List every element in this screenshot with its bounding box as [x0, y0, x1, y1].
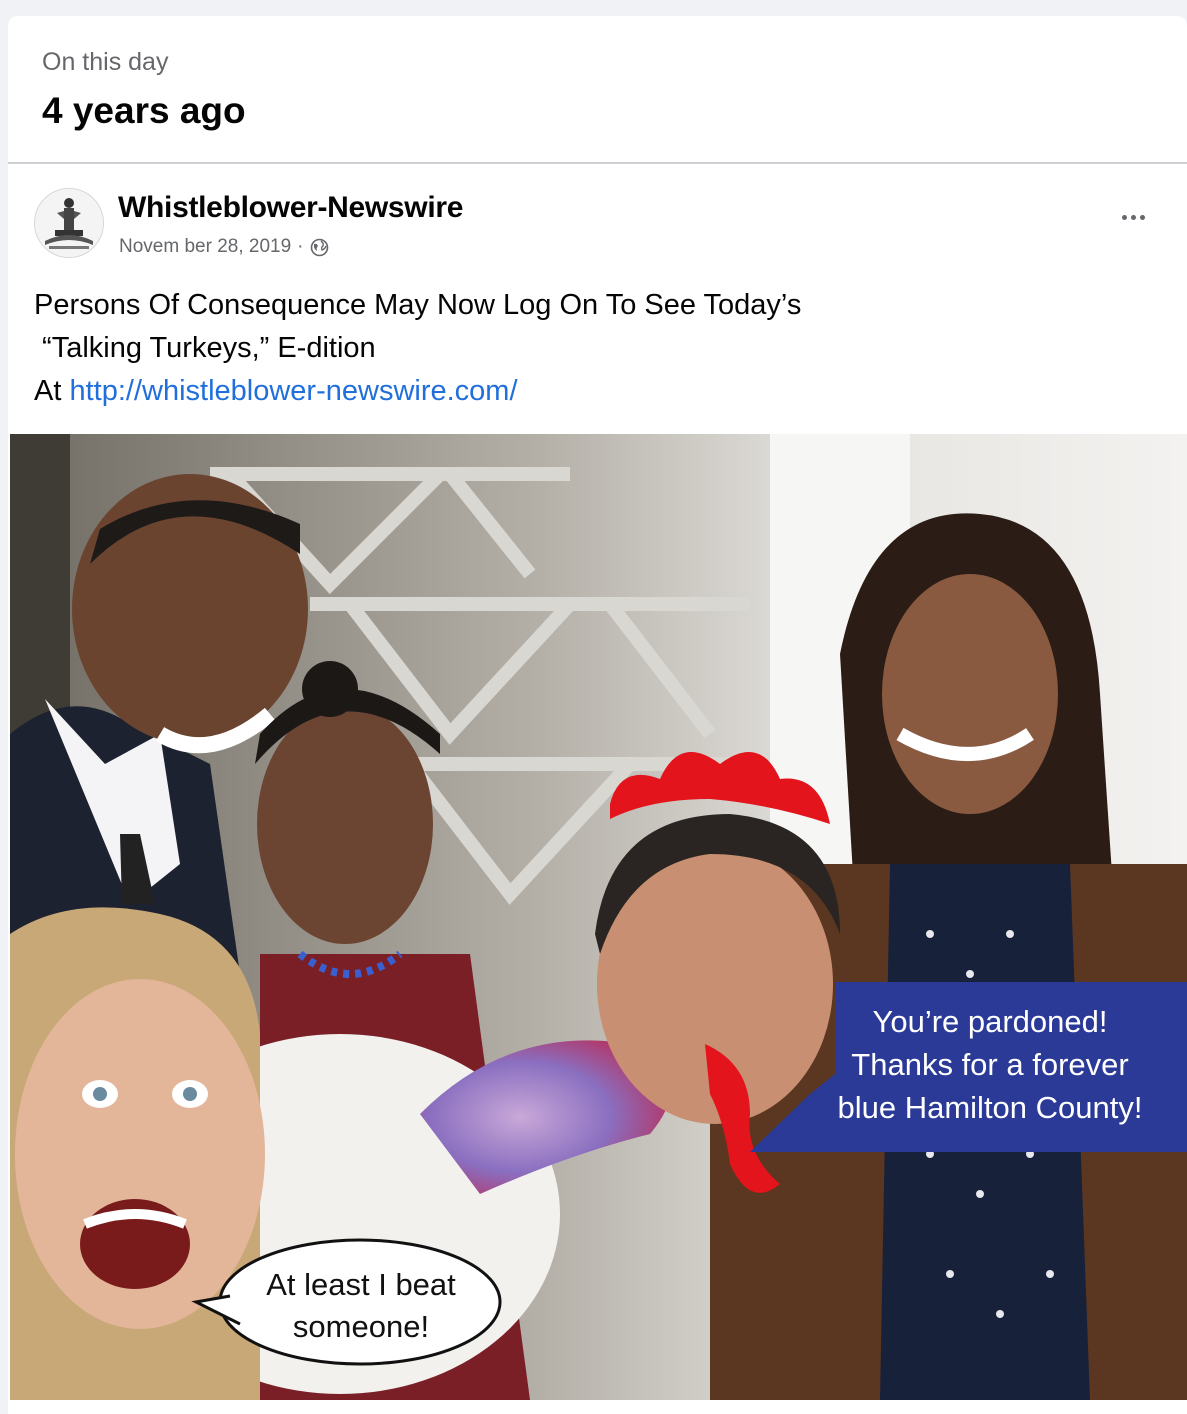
more-options-icon: [1121, 214, 1127, 220]
meta-separator: ·: [297, 236, 304, 257]
meme-image: [10, 434, 1187, 1400]
pardon-line-2: Thanks for a forever: [851, 1047, 1129, 1082]
post-link[interactable]: http://whistleblower-newswire.com/: [69, 375, 517, 407]
pardon-line-3: blue Hamilton County!: [837, 1090, 1143, 1125]
post-author[interactable]: Whistleblower-Newswire: [118, 191, 463, 225]
pardon-bubble-text: You’re pardoned! Thanks for a forever bl…: [810, 1000, 1170, 1129]
post-text-prefix: At: [34, 375, 70, 407]
avatar-logo-icon: [35, 189, 103, 257]
memory-title: 4 years ago: [42, 90, 246, 131]
beat-bubble-text: At least I beat someone!: [246, 1264, 476, 1348]
post-photo[interactable]: You’re pardoned! Thanks for a forever bl…: [10, 434, 1187, 1400]
post-text: Persons Of Consequence May Now Log On To…: [34, 284, 801, 413]
post-text-line-2: “Talking Turkeys,” E-dition: [34, 332, 376, 364]
globe-icon: [310, 238, 329, 257]
memory-kicker: On this day: [42, 48, 169, 76]
memory-header: On this day 4 years ago: [8, 16, 1187, 162]
post-text-line-1: Persons Of Consequence May Now Log On To…: [34, 289, 802, 321]
beat-line-1: At least I beat: [266, 1267, 456, 1302]
avatar[interactable]: [34, 188, 104, 258]
post-meta: Novem ber 28, 2019 ·: [119, 236, 329, 258]
post-text-line-3: At http://whistleblower-newswire.com/: [34, 370, 801, 413]
more-options-button[interactable]: [1108, 202, 1158, 232]
beat-line-2: someone!: [292, 1309, 430, 1344]
divider: [8, 162, 1187, 164]
pardon-line-1: You’re pardoned!: [872, 1004, 1108, 1039]
memory-card: On this day 4 years ago Whistleblower-Ne…: [8, 16, 1187, 1414]
post-date[interactable]: Novem ber 28, 2019: [119, 236, 291, 258]
